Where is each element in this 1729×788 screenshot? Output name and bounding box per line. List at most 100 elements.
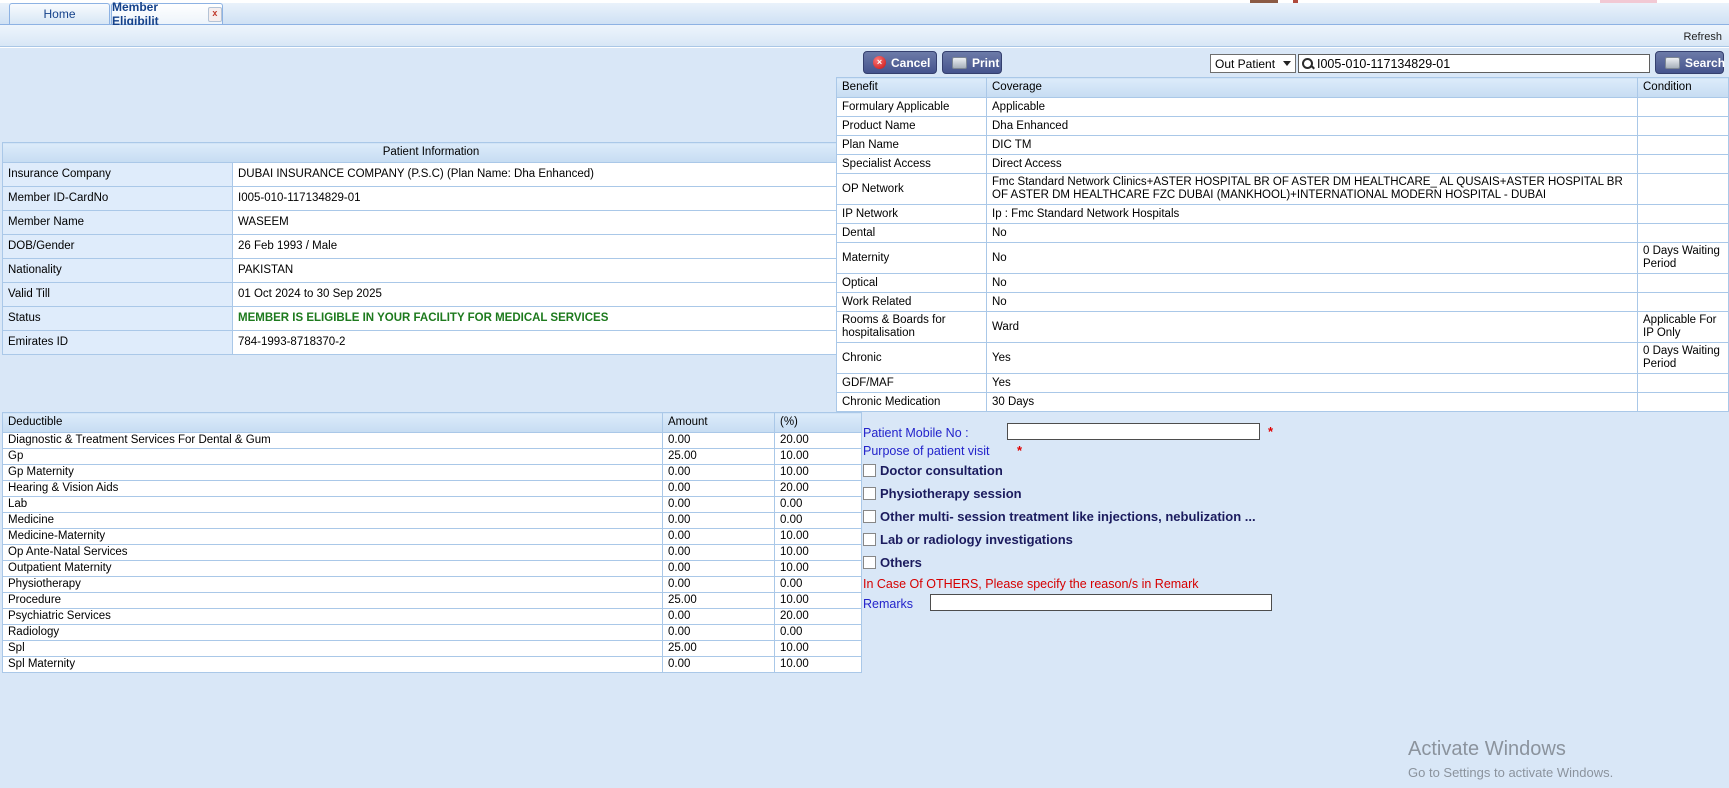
deductible-service: Radiology	[2, 624, 663, 641]
tab-bar: Home Member Eligibilit x	[0, 0, 1729, 28]
tab-home[interactable]: Home	[9, 3, 110, 24]
deductible-percent: 0.00	[774, 496, 862, 513]
benefit-row: Chronic Yes 0 Days Waiting Period	[836, 342, 1729, 374]
deductible-percent: 10.00	[774, 544, 862, 561]
deductible-percent: 20.00	[774, 608, 862, 625]
print-button[interactable]: Print	[942, 51, 1002, 74]
purpose-option-label: Others	[880, 555, 922, 570]
windows-activation-watermark: Activate Windows Go to Settings to activ…	[1408, 738, 1613, 780]
deductible-service: Op Ante-Natal Services	[2, 544, 663, 561]
patient-mobile-label: Patient Mobile No :	[863, 426, 969, 440]
deductible-amount: 0.00	[662, 480, 775, 497]
benefit-row: Chronic Medication 30 Days	[836, 392, 1729, 412]
deductible-row: Gp 25.00 10.00	[2, 448, 862, 465]
table-row: Valid Till 01 Oct 2024 to 30 Sep 2025	[2, 282, 860, 307]
remarks-input[interactable]	[930, 594, 1272, 611]
deductible-percent: 0.00	[774, 576, 862, 593]
chevron-down-icon	[1283, 61, 1291, 66]
visit-type-value: Out Patient	[1215, 56, 1276, 71]
deductible-percent: 10.00	[774, 592, 862, 609]
cancel-x-icon: ×	[873, 56, 886, 69]
deductible-column-header: Deductible	[2, 412, 663, 433]
benefit-name: IP Network	[836, 204, 987, 224]
benefit-coverage: Fmc Standard Network Clinics+ASTER HOSPI…	[986, 173, 1638, 205]
purpose-option-row: Lab or radiology investigations	[863, 528, 1256, 551]
purpose-checkbox[interactable]	[863, 487, 876, 500]
deductible-amount: 0.00	[662, 656, 775, 673]
search-button-icon	[1665, 56, 1680, 69]
sub-toolbar	[0, 25, 1729, 47]
deductible-percent: 20.00	[774, 480, 862, 497]
benefit-coverage: Dha Enhanced	[986, 116, 1638, 136]
purpose-checkbox[interactable]	[863, 533, 876, 546]
tab-close-icon[interactable]: x	[207, 6, 222, 22]
deductible-amount: 0.00	[662, 512, 775, 529]
printer-icon	[952, 56, 967, 69]
purpose-checkbox[interactable]	[863, 510, 876, 523]
deductible-amount: 0.00	[662, 496, 775, 513]
deductible-service: Physiotherapy	[2, 576, 663, 593]
patient-mobile-input[interactable]	[1007, 423, 1260, 440]
benefit-condition	[1637, 173, 1729, 205]
deductible-row: Lab 0.00 0.00	[2, 496, 862, 513]
amount-column-header: Amount	[662, 412, 775, 433]
deductible-service: Lab	[2, 496, 663, 513]
table-row: Member ID-CardNo I005-010-117134829-01	[2, 186, 860, 211]
table-row: Emirates ID 784-1993-8718370-2	[2, 330, 860, 355]
deductible-percent: 20.00	[774, 432, 862, 449]
deductible-percent: 10.00	[774, 640, 862, 657]
percent-column-header: (%)	[774, 412, 862, 433]
benefit-condition	[1637, 204, 1729, 224]
deductible-service: Spl Maternity	[2, 656, 663, 673]
deductible-percent: 10.00	[774, 528, 862, 545]
benefit-row: Optical No	[836, 273, 1729, 293]
benefit-coverage: Direct Access	[986, 154, 1638, 174]
benefit-condition	[1637, 154, 1729, 174]
table-row: Insurance Company DUBAI INSURANCE COMPAN…	[2, 162, 860, 187]
cancel-button[interactable]: × Cancel	[863, 51, 937, 74]
deductible-row: Op Ante-Natal Services 0.00 10.00	[2, 544, 862, 561]
benefit-row: Rooms & Boards for hospitalisation Ward …	[836, 311, 1729, 343]
benefit-condition	[1637, 223, 1729, 243]
deductible-service: Gp Maternity	[2, 464, 663, 481]
visit-type-select[interactable]: Out Patient	[1210, 54, 1296, 73]
deductible-percent: 10.00	[774, 464, 862, 481]
deductible-row: Medicine-Maternity 0.00 10.00	[2, 528, 862, 545]
mobile-required-marker: *	[1268, 424, 1274, 439]
purpose-checkbox-list: Doctor consultation Physiotherapy sessio…	[863, 459, 1256, 574]
benefit-name: Specialist Access	[836, 154, 987, 174]
purpose-checkbox[interactable]	[863, 464, 876, 477]
refresh-link[interactable]: Refresh	[1683, 31, 1722, 43]
benefit-row: Maternity No 0 Days Waiting Period	[836, 242, 1729, 274]
deductible-percent: 10.00	[774, 656, 862, 673]
deductible-amount: 0.00	[662, 432, 775, 449]
remarks-label: Remarks	[863, 597, 914, 611]
purpose-option-label: Other multi- session treatment like inje…	[880, 509, 1256, 524]
deductible-percent: 0.00	[774, 624, 862, 641]
search-button[interactable]: Search	[1655, 51, 1725, 74]
deductible-service: Diagnostic & Treatment Services For Dent…	[2, 432, 663, 449]
benefit-condition	[1637, 373, 1729, 393]
benefit-condition: Applicable For IP Only	[1637, 311, 1729, 343]
member-eligibility-screen: Home Member Eligibilit x Refresh × Cance…	[0, 0, 1729, 788]
condition-column-header: Condition	[1637, 77, 1729, 98]
deductible-service: Outpatient Maternity	[2, 560, 663, 577]
table-row: DOB/Gender 26 Feb 1993 / Male	[2, 234, 860, 259]
benefit-condition	[1637, 273, 1729, 293]
benefit-row: IP Network Ip : Fmc Standard Network Hos…	[836, 204, 1729, 224]
tab-member-eligibility[interactable]: Member Eligibilit x	[111, 0, 223, 28]
benefit-row: Plan Name DIC TM	[836, 135, 1729, 155]
deductible-amount: 0.00	[662, 608, 775, 625]
benefit-name: Rooms & Boards for hospitalisation	[836, 311, 987, 343]
deductible-amount: 0.00	[662, 544, 775, 561]
deductible-row: Spl 25.00 10.00	[2, 640, 862, 657]
benefit-coverage: No	[986, 223, 1638, 243]
deductible-row: Radiology 0.00 0.00	[2, 624, 862, 641]
purpose-checkbox[interactable]	[863, 556, 876, 569]
benefit-name: Formulary Applicable	[836, 97, 987, 117]
deductible-row: Spl Maternity 0.00 10.00	[2, 656, 862, 673]
benefit-name: Optical	[836, 273, 987, 293]
search-icon	[1302, 58, 1313, 69]
member-search-input[interactable]	[1317, 56, 1646, 71]
deductible-amount: 0.00	[662, 624, 775, 641]
